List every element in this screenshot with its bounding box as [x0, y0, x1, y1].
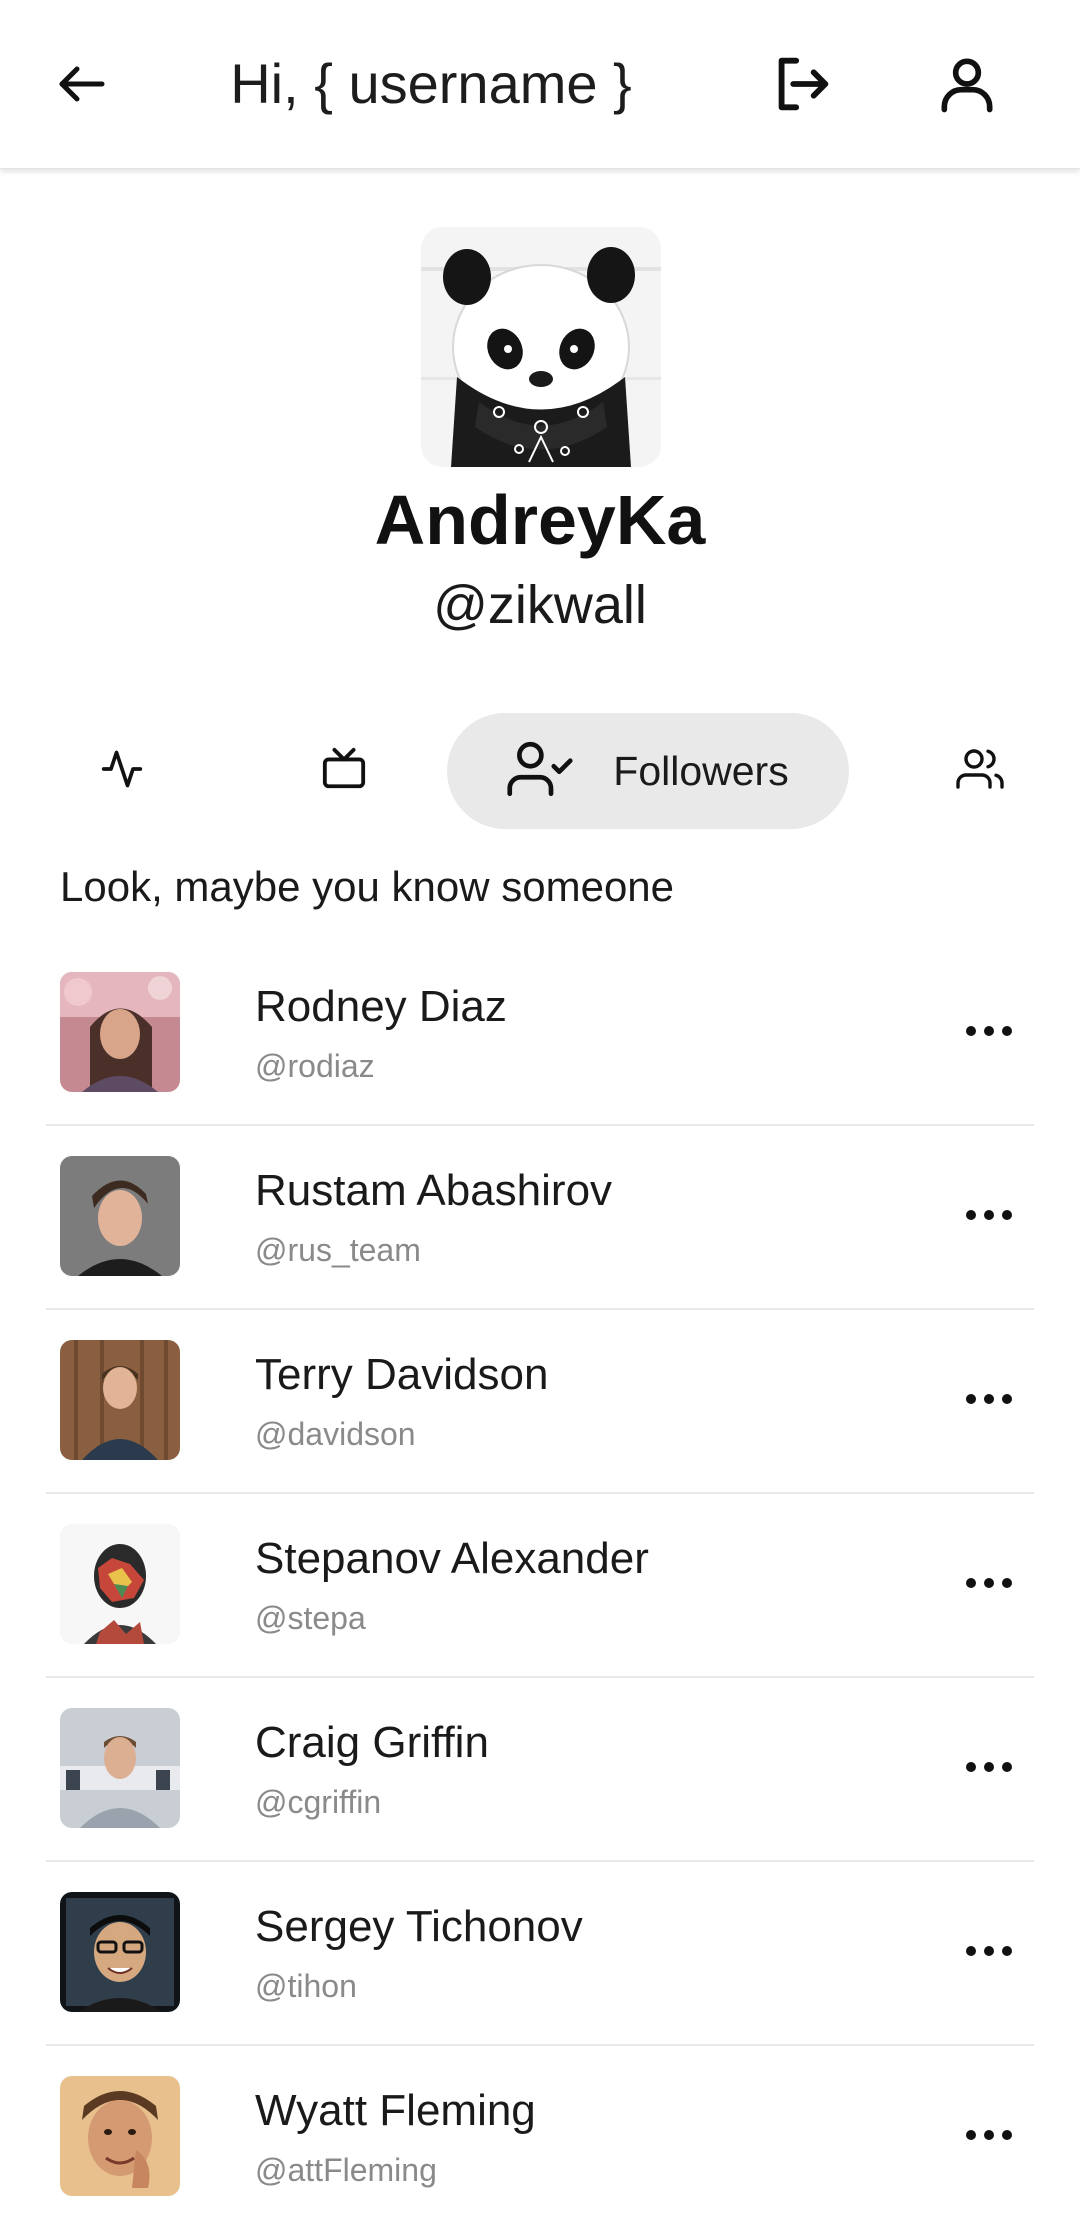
- more-options-button[interactable]: [944, 2092, 1034, 2182]
- list-item[interactable]: Craig Griffin @cgriffin: [46, 1678, 1034, 1862]
- more-horizontal-icon: [965, 1944, 1013, 1962]
- list-item[interactable]: Wyatt Fleming @attFleming: [46, 2046, 1034, 2220]
- suggestions-heading: Look, maybe you know someone: [60, 863, 675, 910]
- tab-followers[interactable]: Followers: [447, 713, 849, 829]
- tab-following[interactable]: [920, 713, 1040, 829]
- more-options-button[interactable]: [944, 1724, 1034, 1814]
- person-name: Sergey Tichonov: [255, 1902, 583, 1951]
- app-root: Hi, { username } AndreyKa @zikwall Follo…: [0, 0, 1080, 2220]
- more-options-button[interactable]: [944, 988, 1034, 1078]
- person-name: Rustam Abashirov: [255, 1166, 613, 1215]
- list-item[interactable]: Rodney Diaz @rodiaz: [46, 942, 1034, 1126]
- more-horizontal-icon: [965, 1024, 1013, 1042]
- avatar: [60, 1524, 180, 1644]
- avatar: [60, 1340, 180, 1460]
- tab-activity[interactable]: [62, 713, 182, 829]
- tab-followers-label: Followers: [613, 747, 789, 794]
- more-horizontal-icon: [965, 1760, 1013, 1778]
- profile-avatar: [421, 227, 661, 467]
- person-handle: @tihon: [255, 1968, 357, 2004]
- list-item[interactable]: Sergey Tichonov @tihon: [46, 1862, 1034, 2046]
- users-icon: [956, 745, 1004, 798]
- person-name: Terry Davidson: [255, 1350, 549, 1399]
- user-icon: [933, 50, 1001, 118]
- list-item[interactable]: Stepanov Alexander @stepa: [46, 1494, 1034, 1678]
- profile-button[interactable]: [917, 34, 1017, 134]
- more-options-button[interactable]: [944, 1540, 1034, 1630]
- person-name: Stepanov Alexander: [255, 1534, 649, 1583]
- avatar: [60, 1708, 180, 1828]
- person-name: Wyatt Fleming: [255, 2086, 536, 2135]
- person-handle: @cgriffin: [255, 1784, 382, 1820]
- person-handle: @attFleming: [255, 2152, 437, 2188]
- top-app-bar: Hi, { username }: [0, 0, 1080, 169]
- profile-name: AndreyKa: [374, 481, 706, 559]
- tv-icon: [321, 746, 367, 797]
- user-check-icon: [507, 736, 573, 807]
- logout-icon: [767, 49, 837, 119]
- person-handle: @rus_team: [255, 1232, 421, 1268]
- avatar: [60, 1892, 180, 2012]
- arrow-left-icon: [52, 54, 112, 114]
- more-options-button[interactable]: [944, 1356, 1034, 1446]
- greeting-title: Hi, { username }: [230, 52, 632, 115]
- more-horizontal-icon: [965, 1576, 1013, 1594]
- more-horizontal-icon: [965, 1208, 1013, 1226]
- person-handle: @davidson: [255, 1416, 416, 1452]
- avatar: [60, 2076, 180, 2196]
- person-handle: @rodiaz: [255, 1048, 375, 1084]
- avatar: [60, 1156, 180, 1276]
- list-item[interactable]: Rustam Abashirov @rus_team: [46, 1126, 1034, 1310]
- person-handle: @stepa: [255, 1600, 366, 1636]
- list-item[interactable]: Terry Davidson @davidson: [46, 1310, 1034, 1494]
- logout-button[interactable]: [752, 34, 852, 134]
- more-options-button[interactable]: [944, 1172, 1034, 1262]
- more-options-button[interactable]: [944, 1908, 1034, 1998]
- back-button[interactable]: [32, 34, 132, 134]
- people-list: Rodney Diaz @rodiaz Rustam Abashirov @ru…: [0, 942, 1080, 2220]
- tab-tv[interactable]: [284, 713, 404, 829]
- person-name: Rodney Diaz: [255, 982, 507, 1031]
- profile-handle: @zikwall: [433, 575, 647, 635]
- person-name: Craig Griffin: [255, 1718, 489, 1767]
- avatar: [60, 972, 180, 1092]
- more-horizontal-icon: [965, 1392, 1013, 1410]
- activity-icon: [100, 747, 144, 796]
- more-horizontal-icon: [965, 2128, 1013, 2146]
